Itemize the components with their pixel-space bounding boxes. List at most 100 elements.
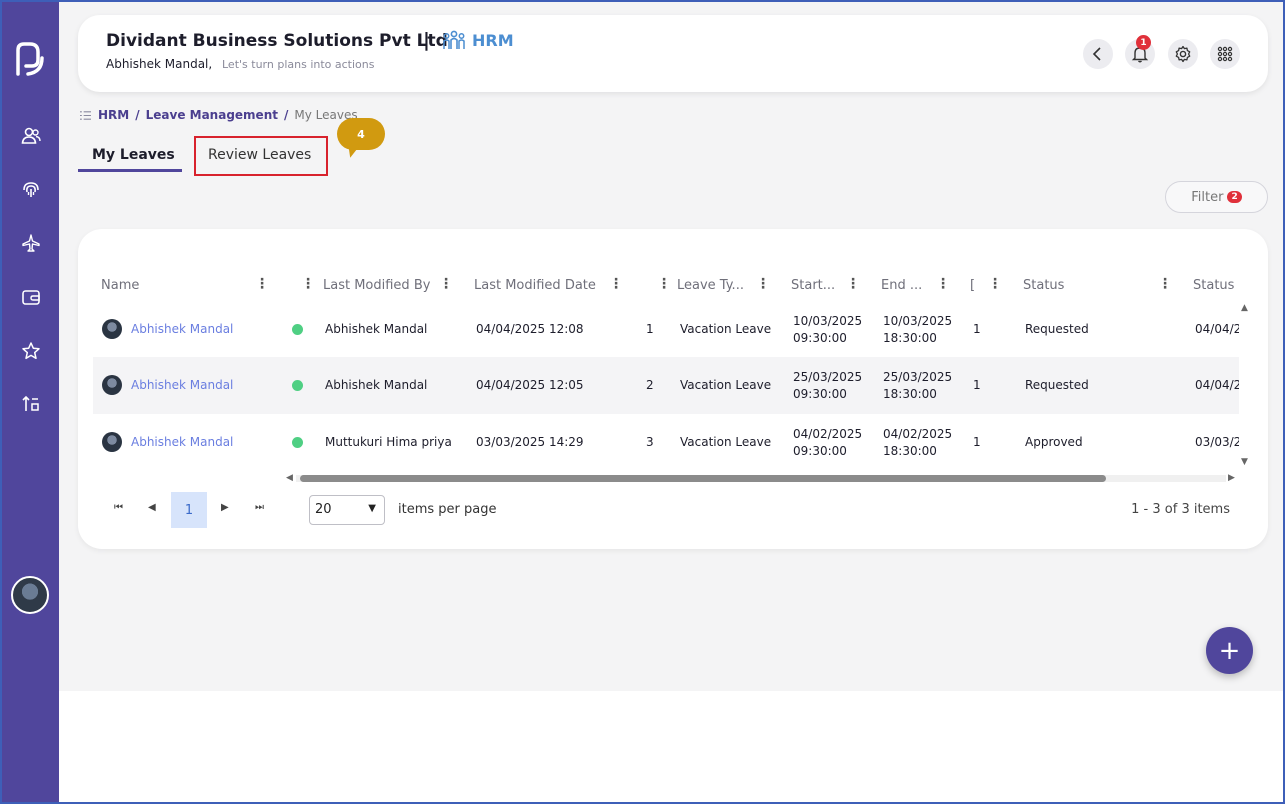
current-page-button[interactable]: 1 [171, 492, 207, 528]
column-menu-icon[interactable]: ⋮ [301, 277, 315, 291]
tagline: Let's turn plans into actions [222, 58, 375, 71]
scrollbar-thumb[interactable] [300, 475, 1106, 482]
tab-review-leaves[interactable]: Review Leaves [194, 136, 328, 176]
items-per-page-label: items per page [398, 502, 497, 517]
filter-button[interactable]: Filter 2 [1165, 181, 1268, 213]
chevron-left-icon [1092, 47, 1101, 61]
column-menu-icon[interactable]: ⋮ [439, 277, 453, 291]
users-icon[interactable] [20, 125, 42, 147]
breadcrumb-leave-management[interactable]: Leave Management [146, 108, 278, 122]
page-size-value: 20 [315, 502, 332, 517]
row-end-time: 18:30:00 [883, 444, 937, 458]
row-name-link[interactable]: Abhishek Mandal [131, 378, 233, 392]
wallet-icon[interactable] [20, 286, 42, 308]
tab-my-leaves[interactable]: My Leaves [78, 142, 182, 172]
breadcrumb-separator: / [283, 108, 289, 122]
row-avatar [102, 319, 122, 339]
row-end: 25/03/2025 18:30:00 [883, 369, 952, 403]
row-modified-date: 04/04/2025 12:08 [476, 322, 584, 336]
row-modified-by: Muttukuri Hima priya [325, 435, 452, 449]
row-days: 1 [973, 322, 981, 336]
row-start-date: 25/03/2025 [793, 370, 863, 384]
sidebar [2, 2, 59, 802]
scroll-right-arrow[interactable]: ▶ [1228, 473, 1235, 483]
row-modified-by: Abhishek Mandal [325, 378, 428, 392]
row-modified-date: 04/04/2025 12:05 [476, 378, 584, 392]
row-end-time: 18:30:00 [883, 331, 937, 345]
row-start: 04/02/2025 09:30:00 [793, 426, 862, 460]
next-page-icon[interactable]: ▶ [221, 502, 229, 513]
scroll-up-arrow[interactable]: ▲ [1241, 303, 1248, 313]
row-end: 10/03/2025 18:30:00 [883, 313, 952, 347]
apps-button[interactable] [1210, 39, 1240, 69]
row-end-date: 04/02/2025 [883, 427, 953, 441]
row-modified-date: 03/03/2025 14:29 [476, 435, 584, 449]
app-logo[interactable] [14, 40, 46, 78]
notification-badge: 1 [1136, 35, 1151, 50]
module-title[interactable]: HRM [442, 30, 514, 50]
column-menu-icon[interactable]: ⋮ [936, 277, 950, 291]
column-header-status[interactable]: Status [1023, 278, 1064, 293]
status-dot [292, 437, 303, 448]
horizontal-scrollbar[interactable]: ◀ ▶ [286, 473, 1236, 483]
table-row[interactable]: Abhishek Mandal Abhishek Mandal 04/04/20… [93, 301, 1239, 358]
row-start: 25/03/2025 09:30:00 [793, 369, 862, 403]
table-row[interactable]: Abhishek Mandal Muttukuri Hima priya 03/… [93, 414, 1239, 471]
column-header-last-modified-by[interactable]: Last Modified By [323, 278, 430, 293]
grid-icon [1217, 46, 1233, 62]
column-header-status-2[interactable]: Status [1193, 278, 1234, 293]
row-name-link[interactable]: Abhishek Mandal [131, 322, 233, 336]
column-header-last-modified-date[interactable]: Last Modified Date [474, 278, 596, 293]
row-number: 1 [646, 322, 654, 336]
column-menu-icon[interactable]: ⋮ [1158, 277, 1172, 291]
column-menu-icon[interactable]: ⋮ [255, 277, 269, 291]
filter-count-badge: 2 [1227, 191, 1242, 203]
column-menu-icon[interactable]: ⋮ [846, 277, 860, 291]
last-page-icon[interactable]: ⏭ [255, 502, 264, 513]
row-status-2: 04/04/2 [1195, 378, 1239, 392]
column-menu-icon[interactable]: ⋮ [756, 277, 770, 291]
breadcrumb: HRM / Leave Management / My Leaves [79, 108, 358, 122]
column-header-leave-type[interactable]: Leave Ty... [677, 278, 744, 293]
column-header-days[interactable]: [ [970, 278, 975, 293]
row-end: 04/02/2025 18:30:00 [883, 426, 952, 460]
row-leave-type: Vacation Leave [680, 435, 772, 449]
row-days: 1 [973, 378, 981, 392]
scroll-left-arrow[interactable]: ◀ [286, 473, 293, 483]
back-button[interactable] [1083, 39, 1113, 69]
settings-button[interactable] [1168, 39, 1198, 69]
column-menu-icon[interactable]: ⋮ [657, 277, 671, 291]
row-end-date: 25/03/2025 [883, 370, 953, 384]
column-header-name[interactable]: Name [101, 278, 139, 293]
pager: ⏮ ◀ 1 ▶ ⏭ 20 ▼ items per page 1 - 3 of 3… [104, 492, 1244, 528]
page-size-select[interactable]: 20 ▼ [309, 495, 385, 525]
column-menu-icon[interactable]: ⋮ [609, 277, 623, 291]
row-modified-by: Abhishek Mandal [325, 322, 428, 336]
row-start-date: 10/03/2025 [793, 314, 863, 328]
company-name: Dividant Business Solutions Pvt Ltd [106, 31, 448, 51]
leaves-grid-card: Name ⋮ ⋮ Last Modified By ⋮ Last Modifie… [78, 229, 1268, 549]
tour-step-bubble[interactable]: 4 [337, 118, 385, 150]
add-leave-button[interactable]: + [1206, 627, 1253, 674]
scroll-down-arrow[interactable]: ▼ [1241, 457, 1248, 467]
row-start: 10/03/2025 09:30:00 [793, 313, 862, 347]
row-name-link[interactable]: Abhishek Mandal [131, 435, 233, 449]
tour-bubble-tail [344, 142, 360, 160]
first-page-icon[interactable]: ⏮ [114, 502, 123, 513]
row-start-time: 09:30:00 [793, 331, 847, 345]
column-menu-icon[interactable]: ⋮ [988, 277, 1002, 291]
star-icon[interactable] [20, 340, 42, 362]
column-header-start[interactable]: Start... [791, 278, 835, 293]
header-separator: | [423, 29, 430, 51]
airplane-icon[interactable] [20, 232, 42, 254]
filter-label: Filter [1191, 189, 1224, 205]
pager-info: 1 - 3 of 3 items [1131, 502, 1230, 517]
column-header-end[interactable]: End ... [881, 278, 922, 293]
breadcrumb-hrm[interactable]: HRM [98, 108, 129, 122]
fingerprint-icon[interactable] [20, 179, 42, 201]
prev-page-icon[interactable]: ◀ [148, 502, 156, 513]
sort-icon[interactable] [20, 393, 42, 415]
row-number: 2 [646, 378, 654, 392]
table-row[interactable]: Abhishek Mandal Abhishek Mandal 04/04/20… [93, 357, 1239, 414]
user-avatar[interactable] [11, 576, 49, 614]
